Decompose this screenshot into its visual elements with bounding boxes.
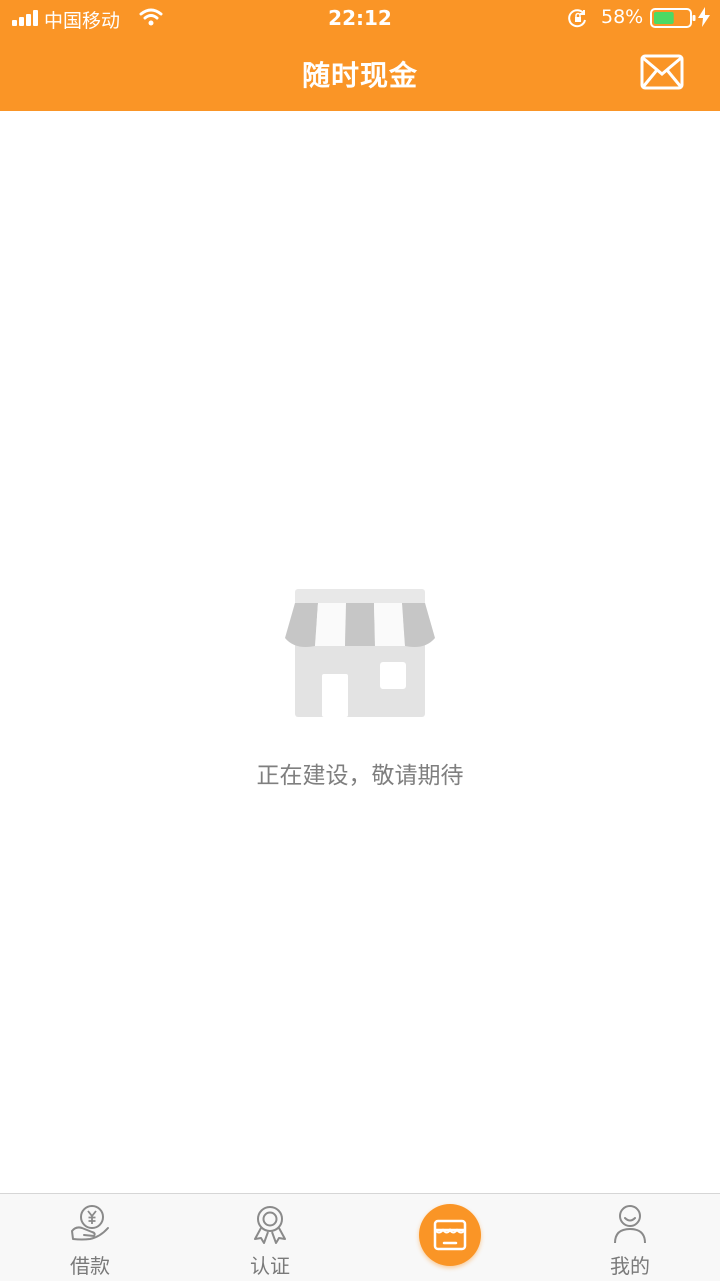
envelope-icon [640,54,684,90]
messages-button[interactable] [640,54,688,94]
tab-store[interactable] [419,1204,481,1266]
rotation-lock-icon [568,9,586,28]
profile-icon [614,1205,646,1244]
placeholder-message: 正在建设，敬请期待 [256,763,464,789]
tab-loan-label: 借款 [70,1254,110,1278]
bottom-tab-bar: 借款 认证 我的 [0,1193,720,1281]
tab-certification[interactable]: 认证 [180,1194,360,1281]
tab-profile-label: 我的 [610,1254,650,1278]
status-bar: 中国移动 22:12 58% [0,0,720,36]
charging-bolt-icon [698,7,710,27]
battery-icon [650,8,696,28]
page-title: 随时现金 [301,59,418,92]
battery-percentage: 58% [601,6,644,28]
app-header: 中国移动 22:12 58% 随时现金 [0,0,720,111]
store-icon [433,1219,467,1251]
store-illustration-icon [285,589,435,717]
certification-icon [254,1206,286,1244]
tab-certification-label: 认证 [250,1254,290,1278]
loan-icon [71,1205,109,1241]
tab-profile[interactable]: 我的 [540,1194,720,1281]
tab-loan[interactable]: 借款 [0,1194,180,1281]
